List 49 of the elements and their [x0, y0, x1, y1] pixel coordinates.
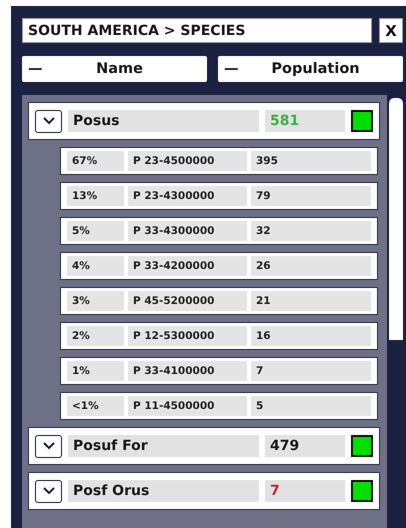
count-cell: 21 [251, 291, 371, 311]
code-cell: P 23-4500000 [128, 151, 247, 171]
sort-indicator: — [28, 61, 44, 77]
population-count: 7 [265, 480, 345, 502]
code-cell: P 12-5300000 [128, 326, 247, 346]
share-cell: 3% [67, 291, 124, 311]
code-cell: P 33-4100000 [128, 361, 247, 381]
share-cell: 2% [67, 326, 124, 346]
scrollbar-thumb[interactable] [389, 98, 403, 340]
expand-toggle[interactable] [35, 110, 62, 132]
species-row[interactable]: Posf Orus 7 [28, 472, 380, 510]
close-button[interactable]: X [379, 18, 403, 43]
species-name: Posus [68, 110, 259, 132]
species-name: Posuf For [68, 435, 259, 457]
sort-indicator: — [224, 61, 240, 77]
share-cell: 4% [67, 256, 124, 276]
code-cell: P 33-4200000 [128, 256, 247, 276]
window-title: SOUTH AMERICA > SPECIES [22, 18, 372, 43]
count-cell: 395 [251, 151, 371, 171]
population-count: 581 [265, 110, 345, 132]
species-row[interactable]: Posuf For 479 [28, 427, 380, 465]
code-cell: P 45-5200000 [128, 291, 247, 311]
code-cell: P 33-4300000 [128, 221, 247, 241]
status-square [351, 435, 373, 457]
count-cell: 16 [251, 326, 371, 346]
count-cell: 7 [251, 361, 371, 381]
chevron-down-icon [42, 486, 56, 496]
status-square [351, 480, 373, 502]
chevron-down-icon [42, 441, 56, 451]
count-cell: 26 [251, 256, 371, 276]
share-cell: 13% [67, 186, 124, 206]
expand-toggle[interactable] [35, 480, 62, 502]
population-count: 479 [265, 435, 345, 457]
column-header[interactable]: — Name [22, 56, 207, 82]
share-cell: <1% [67, 396, 124, 416]
status-square [351, 110, 373, 132]
count-cell: 5 [251, 396, 371, 416]
species-row[interactable]: Posus 581 [28, 102, 380, 140]
share-cell: 67% [67, 151, 124, 171]
share-cell: 5% [67, 221, 124, 241]
species-name: Posf Orus [68, 480, 259, 502]
count-cell: 32 [251, 221, 371, 241]
column-header[interactable]: — Population [218, 56, 403, 82]
count-cell: 79 [251, 186, 371, 206]
expand-toggle[interactable] [35, 434, 62, 458]
code-cell: P 23-4300000 [128, 186, 247, 206]
share-cell: 1% [67, 361, 124, 381]
code-cell: P 11-4500000 [128, 396, 247, 416]
chevron-down-icon [42, 116, 56, 126]
